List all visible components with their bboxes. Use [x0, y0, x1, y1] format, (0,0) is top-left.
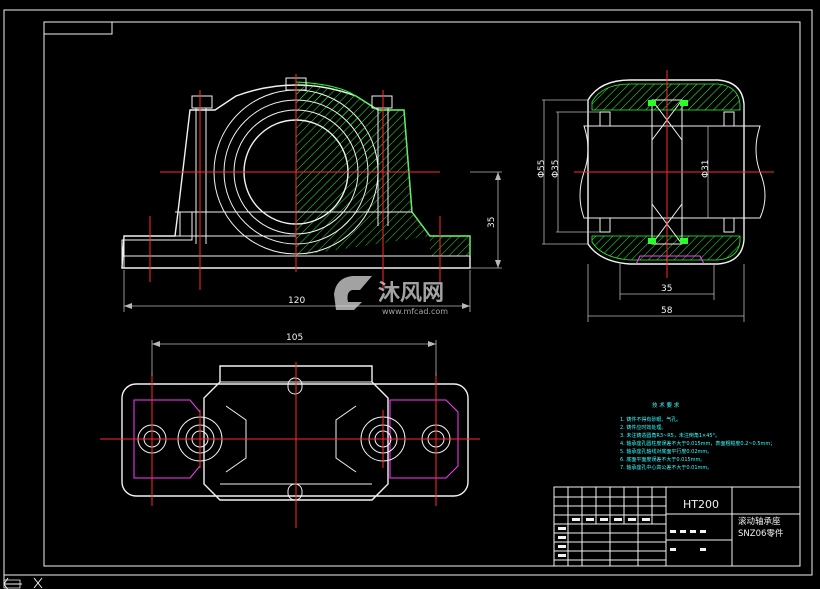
- watermark-logo-icon: [334, 276, 372, 310]
- note-line-6: 6. 底面平面度误差不大于0.015mm。: [620, 456, 705, 463]
- note-line-7: 7. 轴承座孔中心高公差不大于0.01mm。: [620, 464, 712, 471]
- title-material: HT200: [683, 498, 719, 511]
- cad-drawing: 120 35 Φ55 Φ35 Φ31 35 58 105 技 术 要 求 1. …: [3, 9, 813, 589]
- dim-side-inner: 35: [661, 284, 672, 294]
- dim-front-height: 35: [487, 217, 497, 228]
- note-line-4: 4. 轴承座孔圆柱度误差不大于0.015mm，表面粗糙度0.2~0.5mm；: [620, 440, 775, 447]
- dim-diam-mid: Φ35: [551, 159, 561, 178]
- note-line-1: 1. 铸件不得有砂眼、气孔。: [620, 416, 681, 423]
- note-line-2: 2. 铸件应时效处理。: [620, 424, 666, 431]
- watermark: [334, 276, 372, 310]
- note-line-3: 3. 未注铸造圆角R3~R5，未注倒角1×45°。: [620, 432, 720, 439]
- note-line-5: 5. 轴承座孔轴线对底面平行度0.02mm。: [620, 448, 712, 455]
- watermark-url: www.mfcad.com: [382, 307, 448, 316]
- technical-notes: 技 术 要 求 1. 铸件不得有砂眼、气孔。 2. 铸件应时效处理。 3. 未注…: [620, 401, 775, 471]
- dim-top-span: 105: [286, 333, 303, 343]
- top-view: [100, 340, 480, 528]
- side-section-view: [542, 70, 774, 322]
- dim-diam-shaft: Φ31: [701, 159, 711, 178]
- front-view: [121, 74, 502, 312]
- dim-side-outer: 58: [661, 306, 673, 316]
- dim-front-width: 120: [288, 296, 305, 306]
- dim-diam-outer: Φ55: [537, 159, 547, 178]
- notes-title: 技 术 要 求: [652, 401, 680, 409]
- title-part-no: SNZ06零件: [738, 528, 784, 539]
- title-part-name: 滚动轴承座: [738, 516, 781, 527]
- watermark-brand: 沐风网: [378, 281, 444, 306]
